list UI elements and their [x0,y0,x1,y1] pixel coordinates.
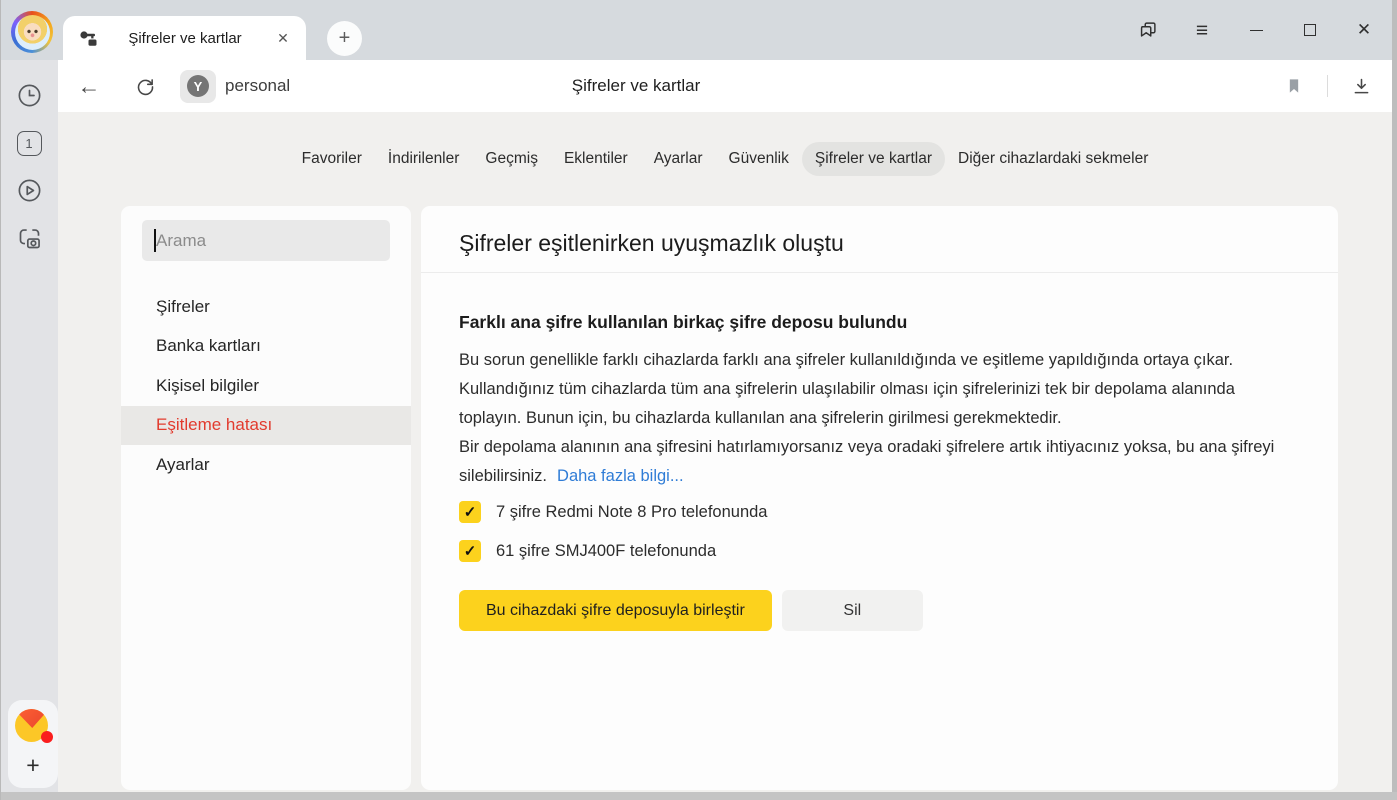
browser-window: Şifreler ve kartlar ✕ + ≡ ✕ ← [0,0,1397,800]
reload-button[interactable] [126,67,164,105]
key-card-icon [78,28,98,48]
vault-checkbox-list: ✓ 7 şifre Redmi Note 8 Pro telefonunda ✓… [459,500,1300,563]
back-button[interactable]: ← [70,67,108,105]
sync-conflict-panel: Şifreler eşitlenirken uyuşmazlık oluştu … [421,206,1338,790]
rail-bottom-panel: + [8,700,58,788]
toolbar-separator [1327,75,1328,97]
nav-gecmis[interactable]: Geçmiş [472,142,551,176]
minimize-button[interactable] [1229,10,1283,50]
conflict-subtitle: Farklı ana şifre kullanılan birkaç şifre… [459,312,1300,333]
sidebar-item-banka-kartlari[interactable]: Banka kartları [121,327,411,367]
menu-icon[interactable]: ≡ [1175,10,1229,50]
toolbar: ← Y personal Şifreler ve kartlar [58,60,1392,112]
nav-eklentiler[interactable]: Eklentiler [551,142,641,176]
avatar-image [15,15,50,50]
vault-label: 7 şifre Redmi Note 8 Pro telefonunda [496,503,768,522]
sidebar-item-esitleme-hatasi[interactable]: Eşitleme hatası [121,406,411,446]
more-info-link[interactable]: Daha fazla bilgi... [557,467,684,485]
paragraph-3: Bir depolama alanının ana şifresini hatı… [459,433,1300,491]
search-input[interactable] [142,220,390,261]
text-caret [154,229,156,252]
yandex-protect-icon: Y [187,75,209,97]
delete-button[interactable]: Sil [782,590,923,631]
passwords-sidebar: Şifreler Banka kartları Kişisel bilgiler… [121,206,411,790]
tab-title: Şifreler ve kartlar [98,30,272,47]
maximize-button[interactable] [1283,10,1337,50]
download-icon[interactable] [1342,67,1380,105]
merge-button[interactable]: Bu cihazdaki şifre deposuyla birleştir [459,590,772,631]
panel-title: Şifreler eşitlenirken uyuşmazlık oluştu [459,227,1300,260]
nav-favoriler[interactable]: Favoriler [289,142,375,176]
nav-ayarlar[interactable]: Ayarlar [641,142,716,176]
window-close-button[interactable]: ✕ [1337,10,1391,50]
panel-divider [421,272,1338,273]
tab-strip: Şifreler ve kartlar ✕ + ≡ ✕ [1,0,1397,60]
window-edge-bottom [1,792,1397,800]
nav-sifreler-ve-kartlar[interactable]: Şifreler ve kartlar [802,142,945,176]
active-tab[interactable]: Şifreler ve kartlar ✕ [63,16,306,60]
vault-checkbox-smj400f[interactable]: ✓ 61 şifre SMJ400F telefonunda [459,539,1300,563]
vault-checkbox-redmi[interactable]: ✓ 7 şifre Redmi Note 8 Pro telefonunda [459,500,1300,524]
play-circle-icon[interactable] [15,176,43,204]
screenshot-camera-icon[interactable] [15,224,43,252]
checkbox-checked-icon[interactable]: ✓ [459,501,481,523]
paragraph-2: Kullandığınız tüm cihazlarda tüm ana şif… [459,375,1300,433]
url-text[interactable]: personal [225,76,290,96]
new-tab-button[interactable]: + [327,21,362,56]
nav-guvenlik[interactable]: Güvenlik [716,142,802,176]
mail-notification-dot [41,731,53,743]
tab-counter-icon[interactable]: 1 [15,129,43,157]
side-rail: 1 + [1,60,58,792]
sidebar-menu: Şifreler Banka kartları Kişisel bilgiler… [121,287,411,485]
action-buttons: Bu cihazdaki şifre deposuyla birleştir S… [459,590,1300,631]
rail-add-button[interactable]: + [26,754,39,777]
nav-diger-cihazlar[interactable]: Diğer cihazlardaki sekmeler [945,142,1161,176]
bookmark-icon[interactable] [1275,67,1313,105]
protect-badge[interactable]: Y [180,70,216,103]
sidebar-item-kisisel-bilgiler[interactable]: Kişisel bilgiler [121,366,411,406]
toolbar-right [1275,67,1392,105]
history-clock-icon[interactable] [15,81,43,109]
window-controls: ≡ ✕ [1121,8,1391,52]
page-title: Şifreler ve kartlar [572,76,700,96]
content-area: Favoriler İndirilenler Geçmiş Eklentiler… [58,112,1392,792]
settings-nav: Favoriler İndirilenler Geçmiş Eklentiler… [58,142,1392,176]
profile-avatar[interactable] [11,11,53,53]
sidebar-item-ayarlar[interactable]: Ayarlar [121,445,411,485]
mail-flap [15,709,48,728]
search-wrap [142,220,390,261]
checkbox-checked-icon[interactable]: ✓ [459,540,481,562]
tab-close-icon[interactable]: ✕ [272,27,294,49]
paragraph-1: Bu sorun genellikle farklı cihazlarda fa… [459,346,1300,375]
side-panels-icon[interactable] [1121,10,1175,50]
conflict-description: Bu sorun genellikle farklı cihazlarda fa… [459,346,1300,491]
window-edge-right [1392,0,1397,800]
vault-label: 61 şifre SMJ400F telefonunda [496,542,716,561]
sidebar-item-sifreler[interactable]: Şifreler [121,287,411,327]
mail-logo[interactable] [15,709,51,745]
nav-indirilenler[interactable]: İndirilenler [375,142,473,176]
